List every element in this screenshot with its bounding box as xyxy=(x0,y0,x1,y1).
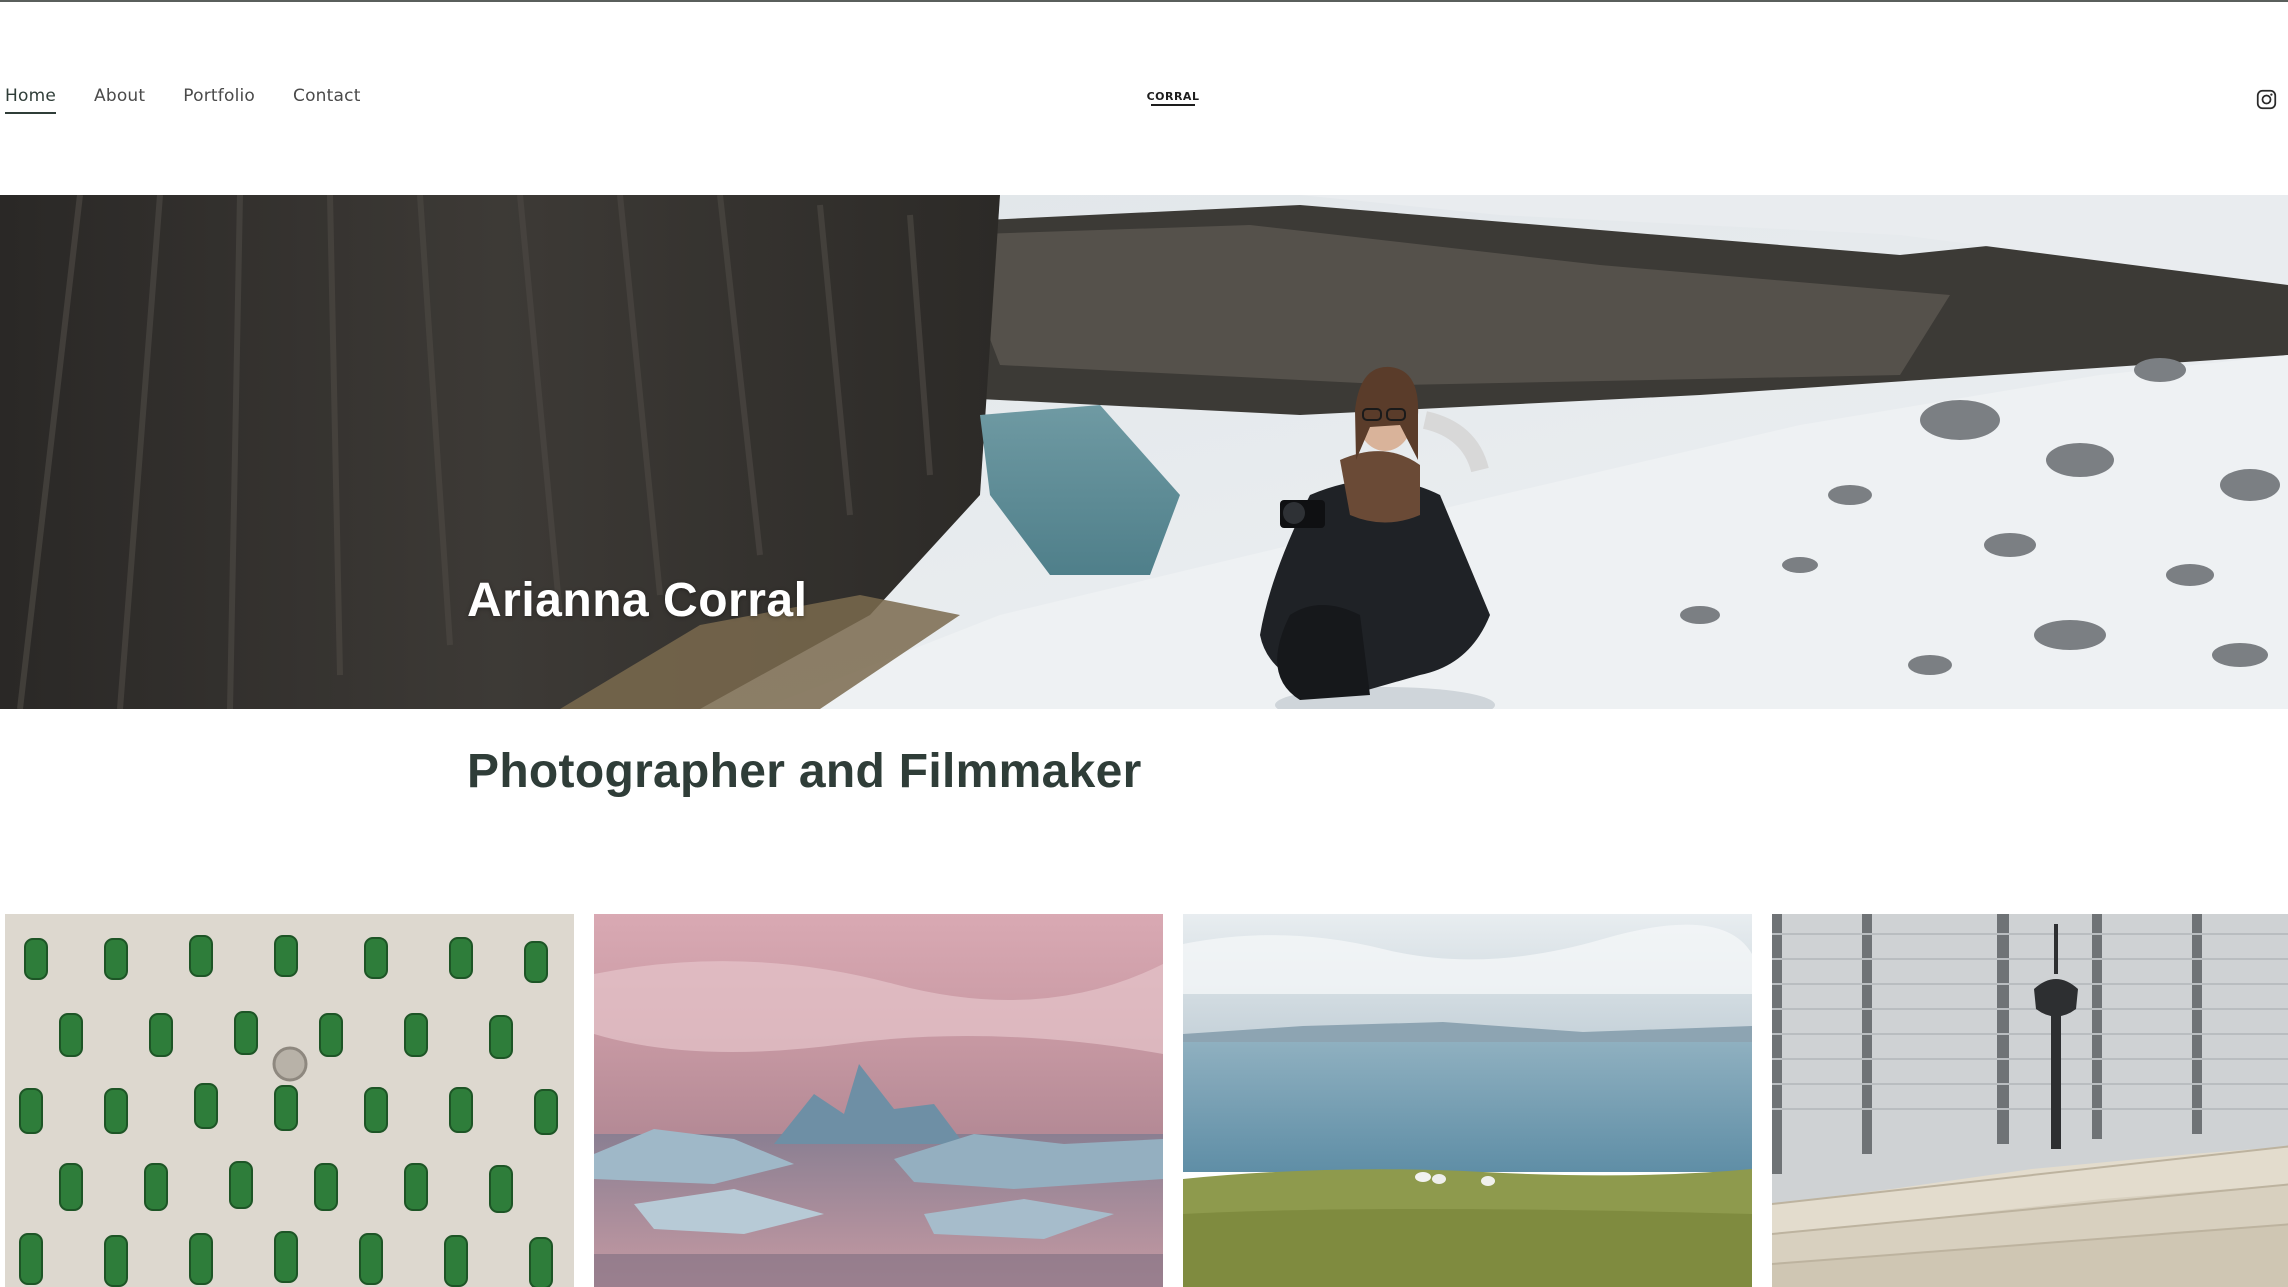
hero-photo xyxy=(0,195,2288,709)
instagram-icon[interactable] xyxy=(2256,89,2277,110)
tower-and-steps-photo xyxy=(1772,914,2288,1287)
gallery-tile-3[interactable] xyxy=(1183,914,1752,1287)
green-bottles-photo xyxy=(5,914,574,1287)
page-subtitle: Photographer and Filmmaker xyxy=(467,745,1142,798)
pink-sky-icebergs-photo xyxy=(594,914,1163,1287)
sea-coast-sheep-photo xyxy=(1183,914,1752,1287)
nav-portfolio[interactable]: Portfolio xyxy=(183,86,255,114)
portfolio-gallery xyxy=(5,914,2288,1287)
nav-about[interactable]: About xyxy=(94,86,145,114)
gallery-tile-4[interactable] xyxy=(1772,914,2288,1287)
hero-title: Arianna Corral xyxy=(467,574,808,627)
gallery-tile-1[interactable] xyxy=(5,914,574,1287)
main-nav: Home About Portfolio Contact xyxy=(5,86,361,114)
logo-text: CORRAL xyxy=(1146,90,1200,103)
nav-home[interactable]: Home xyxy=(5,86,57,114)
site-logo[interactable]: CORRAL xyxy=(1147,90,1199,110)
site-header: Home About Portfolio Contact CORRAL xyxy=(0,2,2288,195)
logo-underline xyxy=(1151,104,1195,106)
hero-banner: Arianna Corral xyxy=(0,195,2288,709)
gallery-tile-2[interactable] xyxy=(594,914,1163,1287)
nav-contact[interactable]: Contact xyxy=(293,86,361,114)
